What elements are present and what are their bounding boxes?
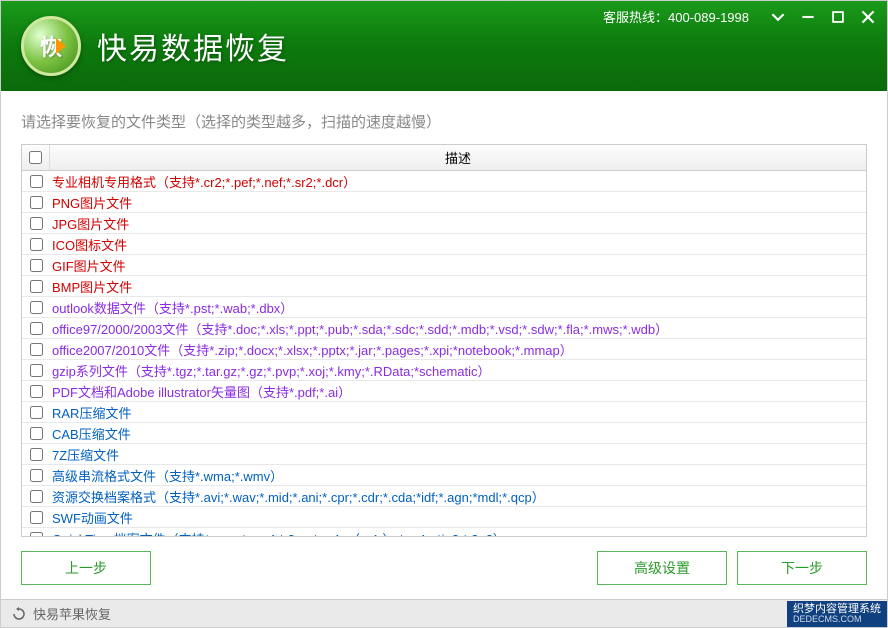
row-label: 高级串流格式文件（支持*.wma;*.wmv） [50,466,866,485]
row-checkbox[interactable] [30,343,43,356]
table-row[interactable]: PNG图片文件 [22,192,866,213]
table-row[interactable]: 专业相机专用格式（支持*.cr2;*.pef;*.nef;*.sr2;*.dcr… [22,171,866,192]
row-checkbox[interactable] [30,427,43,440]
row-checkbox[interactable] [30,469,43,482]
row-label: GIF图片文件 [50,256,866,275]
row-checkbox[interactable] [30,196,43,209]
row-label: JPG图片文件 [50,214,866,233]
footer-label: 快易苹果恢复 [33,604,111,623]
row-label: 7Z压缩文件 [50,445,866,464]
row-checkbox[interactable] [30,385,43,398]
app-logo: 恢 [21,16,81,76]
prompt-text: 请选择要恢复的文件类型（选择的类型越多，扫描的速度越慢） [21,111,867,132]
select-all-cell [22,145,50,170]
dropdown-icon[interactable] [769,8,787,26]
row-checkbox[interactable] [30,364,43,377]
footer-left[interactable]: 快易苹果恢复 [11,604,111,623]
minimize-icon[interactable] [799,8,817,26]
table-header: 描述 [22,145,866,171]
row-checkbox[interactable] [30,448,43,461]
table-row[interactable]: BMP图片文件 [22,276,866,297]
app-title: 快易数据恢复 [97,24,289,68]
prev-button[interactable]: 上一步 [21,551,151,585]
row-label: office2007/2010文件（支持*.zip;*.docx;*.xlsx;… [50,340,866,359]
advanced-button[interactable]: 高级设置 [597,551,727,585]
table-row[interactable]: JPG图片文件 [22,213,866,234]
row-label: CAB压缩文件 [50,424,866,443]
hotline-text: 客服热线：400-089-1998 [603,7,749,26]
row-label: office97/2000/2003文件（支持*.doc;*.xls;*.ppt… [50,319,866,338]
table-row[interactable]: outlook数据文件（支持*.pst;*.wab;*.dbx） [22,297,866,318]
row-label: gzip系列文件（支持*.tgz;*.tar.gz;*.gz;*.pvp;*.x… [50,361,866,380]
table-row[interactable]: GIF图片文件 [22,255,866,276]
table-row[interactable]: SWF动画文件 [22,507,866,528]
row-label: QuickTime档案文件（支持*.mov;*.mp4;*.3gp;*.m4a（… [50,529,866,537]
row-label: outlook数据文件（支持*.pst;*.wab;*.dbx） [50,298,866,317]
file-types-table: 描述 专业相机专用格式（支持*.cr2;*.pef;*.nef;*.sr2;*.… [21,144,867,537]
row-checkbox[interactable] [30,490,43,503]
row-label: SWF动画文件 [50,508,866,527]
table-row[interactable]: 高级串流格式文件（支持*.wma;*.wmv） [22,465,866,486]
table-row[interactable]: gzip系列文件（支持*.tgz;*.tar.gz;*.gz;*.pvp;*.x… [22,360,866,381]
close-icon[interactable] [859,8,877,26]
row-label: RAR压缩文件 [50,403,866,422]
row-label: 资源交换档案格式（支持*.avi;*.wav;*.mid;*.ani;*.cpr… [50,487,866,506]
row-checkbox[interactable] [30,511,43,524]
watermark: 织梦内容管理系统 DEDECMS.COM [787,601,887,627]
row-label: ICO图标文件 [50,235,866,254]
logo-arrow-icon [56,38,66,54]
titlebar: 客服热线：400-089-1998 恢 快易数据恢复 [1,1,887,91]
refresh-icon [11,606,27,622]
table-row[interactable]: 资源交换档案格式（支持*.avi;*.wav;*.mid;*.ani;*.cpr… [22,486,866,507]
table-row[interactable]: 7Z压缩文件 [22,444,866,465]
table-row[interactable]: PDF文档和Adobe illustrator矢量图（支持*.pdf;*.ai） [22,381,866,402]
button-bar: 上一步 高级设置 下一步 [21,537,867,599]
row-checkbox[interactable] [30,406,43,419]
watermark-line2: DEDECMS.COM [793,615,881,625]
row-checkbox[interactable] [30,322,43,335]
row-checkbox[interactable] [30,280,43,293]
row-checkbox[interactable] [30,532,43,537]
next-button[interactable]: 下一步 [737,551,867,585]
table-row[interactable]: office97/2000/2003文件（支持*.doc;*.xls;*.ppt… [22,318,866,339]
app-window: 客服热线：400-089-1998 恢 快易数据恢复 请选择要恢复的文件类型（选… [0,0,888,628]
row-checkbox[interactable] [30,259,43,272]
row-label: PDF文档和Adobe illustrator矢量图（支持*.pdf;*.ai） [50,382,866,401]
row-label: BMP图片文件 [50,277,866,296]
row-checkbox[interactable] [30,301,43,314]
row-checkbox[interactable] [30,175,43,188]
table-row[interactable]: CAB压缩文件 [22,423,866,444]
table-row[interactable]: ICO图标文件 [22,234,866,255]
titlebar-controls: 客服热线：400-089-1998 [603,7,877,26]
column-header-desc: 描述 [50,148,866,167]
table-row[interactable]: office2007/2010文件（支持*.zip;*.docx;*.xlsx;… [22,339,866,360]
row-label: 专业相机专用格式（支持*.cr2;*.pef;*.nef;*.sr2;*.dcr… [50,172,866,191]
row-label: PNG图片文件 [50,193,866,212]
content-area: 请选择要恢复的文件类型（选择的类型越多，扫描的速度越慢） 描述 专业相机专用格式… [1,91,887,599]
table-body[interactable]: 专业相机专用格式（支持*.cr2;*.pef;*.nef;*.sr2;*.dcr… [22,171,866,536]
select-all-checkbox[interactable] [29,151,42,164]
maximize-icon[interactable] [829,8,847,26]
footer: 快易苹果恢复 织梦内容管理系统 DEDECMS.COM [1,599,887,627]
row-checkbox[interactable] [30,238,43,251]
table-row[interactable]: QuickTime档案文件（支持*.mov;*.mp4;*.3gp;*.m4a（… [22,528,866,536]
row-checkbox[interactable] [30,217,43,230]
table-row[interactable]: RAR压缩文件 [22,402,866,423]
